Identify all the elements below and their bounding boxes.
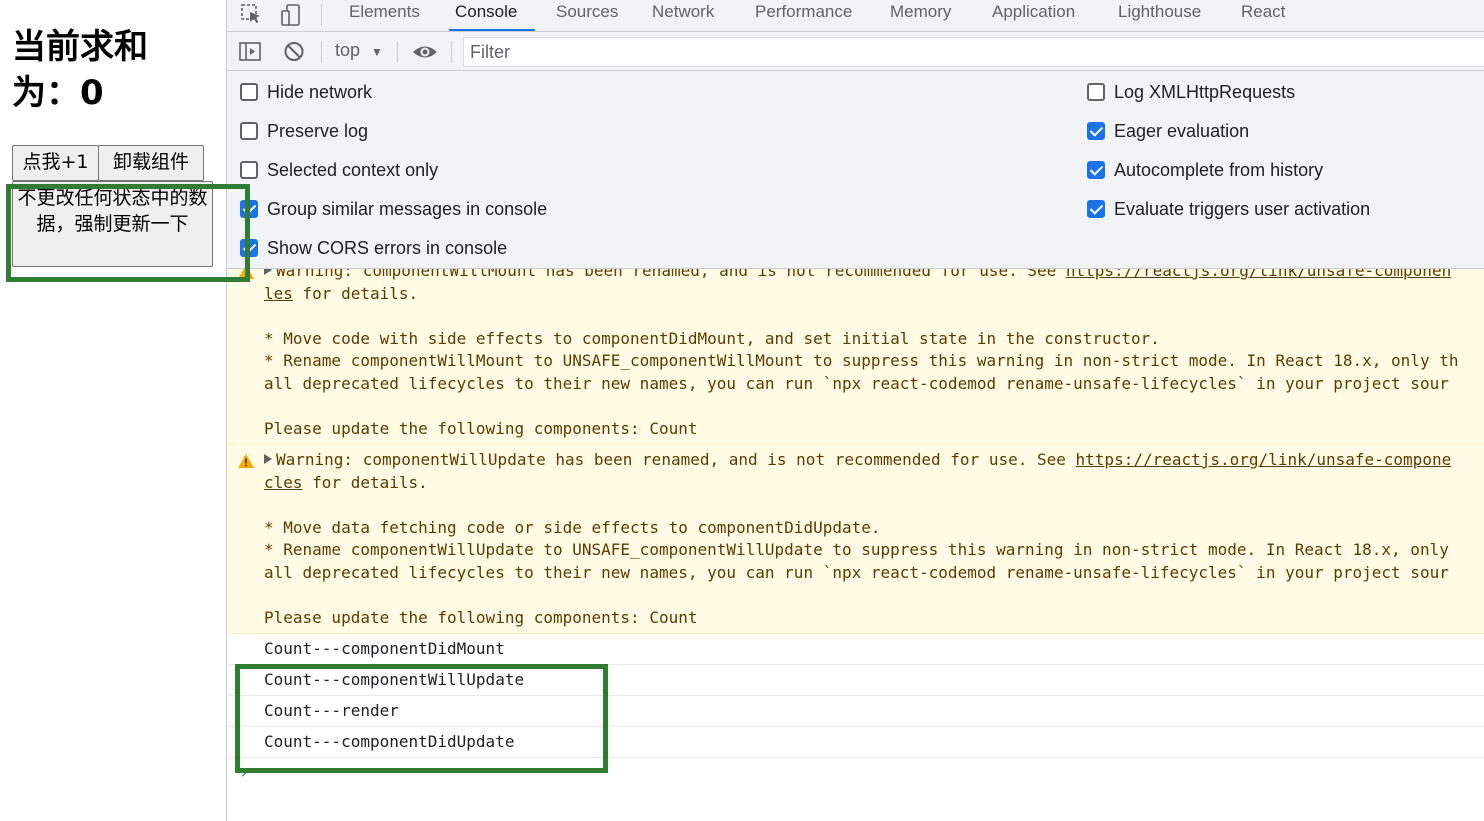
filter-input[interactable] — [463, 37, 1484, 67]
toolbar-divider — [321, 4, 322, 26]
tab-elements[interactable]: Elements — [349, 0, 420, 31]
force-update-button[interactable]: 不更改任何状态中的数据，强制更新一下 — [12, 181, 213, 267]
checkbox[interactable] — [1087, 200, 1105, 218]
device-toolbar-icon[interactable] — [279, 2, 305, 28]
warning-bullet: all deprecated lifecycles to their new n… — [264, 373, 1449, 393]
console-prompt[interactable]: › — [239, 763, 249, 782]
checkbox[interactable] — [1087, 161, 1105, 179]
sum-heading: 当前求和为：0 — [12, 27, 148, 113]
warning-footer: Please update the following components: … — [264, 418, 698, 438]
toolbar-divider — [451, 41, 452, 63]
warning-text: Warning: componentWillMount has been ren… — [276, 269, 1066, 280]
console-messages: Warning: componentWillMount has been ren… — [227, 269, 1484, 821]
checkbox[interactable] — [240, 83, 258, 101]
context-value: top — [335, 40, 361, 60]
expand-triangle-icon[interactable] — [264, 454, 272, 464]
setting-label: Group similar messages in console — [267, 199, 548, 219]
chevron-down-icon: ▼ — [371, 45, 383, 59]
warning-text: for details. — [292, 283, 419, 303]
setting-label: Selected context only — [267, 160, 439, 180]
log-message: Count---componentWillUpdate — [227, 665, 1484, 696]
log-message: Count---render — [227, 696, 1484, 727]
warning-bullet: * Move code with side effects to compone… — [264, 328, 1160, 348]
checkbox[interactable] — [240, 200, 258, 218]
setting-label: Eager evaluation — [1114, 121, 1250, 141]
checkbox[interactable] — [240, 122, 258, 140]
tab-performance[interactable]: Performance — [755, 0, 852, 31]
warnings-container: Warning: componentWillMount has been ren… — [227, 269, 1484, 634]
unmount-component-button[interactable]: 卸载组件 — [98, 145, 204, 181]
setting-label: Evaluate triggers user activation — [1114, 199, 1371, 219]
devtools-tab-bar: Elements Console Sources Network Performance… — [227, 0, 1484, 32]
tab-console[interactable]: Console — [449, 0, 536, 31]
logs-container: Count---componentDidMount Count---compone… — [227, 634, 1484, 758]
tab-network[interactable]: Network — [652, 0, 714, 31]
setting-label: Show CORS errors in console — [267, 238, 508, 258]
checkbox[interactable] — [1087, 83, 1105, 101]
warning-link[interactable]: https://reactjs.org/link/unsafe-compone — [1076, 450, 1452, 469]
log-message: Count---componentDidMount — [227, 634, 1484, 665]
warning-link[interactable]: https://reactjs.org/link/unsafe-componen — [1066, 269, 1451, 280]
clear-console-icon[interactable] — [281, 39, 307, 65]
warning-link-continued[interactable]: cles — [264, 473, 303, 492]
tab-application[interactable]: Application — [992, 0, 1075, 31]
warning-footer: Please update the following components: … — [264, 607, 698, 627]
sidebar-toggle-icon[interactable] — [237, 39, 263, 65]
checkbox[interactable] — [240, 239, 258, 257]
react-app-page: 当前求和为：0 点我+1 卸载组件 不更改任何状态中的数据，强制更新一下 — [0, 0, 226, 821]
warning-message: Warning: componentWillUpdate has been re… — [227, 445, 1484, 634]
warning-message: Warning: componentWillMount has been ren… — [227, 269, 1484, 445]
warning-bullet: * Rename componentWillMount to UNSAFE_co… — [264, 351, 1459, 370]
console-settings-pane: Hide network Preserve log Selected context… — [227, 71, 1484, 269]
setting-label: Autocomplete from history — [1114, 160, 1324, 180]
context-selector[interactable]: top ▼ — [335, 40, 383, 61]
checkbox[interactable] — [1087, 122, 1105, 140]
warning-icon — [237, 269, 255, 280]
warning-text: Warning: componentWillUpdate has been re… — [276, 450, 1076, 469]
warning-bullet: * Rename componentWillUpdate to UNSAFE_c… — [264, 540, 1449, 559]
tab-memory[interactable]: Memory — [890, 0, 951, 31]
checkbox[interactable] — [240, 161, 258, 179]
setting-label: Preserve log — [267, 121, 369, 141]
warning-icon — [237, 453, 255, 469]
setting-label: Log XMLHttpRequests — [1114, 82, 1296, 102]
tab-lighthouse[interactable]: Lighthouse — [1118, 0, 1201, 31]
console-toolbar: top ▼ — [227, 32, 1484, 71]
warning-bullet: all deprecated lifecycles to their new n… — [264, 562, 1449, 582]
add-one-button[interactable]: 点我+1 — [12, 145, 99, 181]
devtools-panel: Elements Console Sources Network Performance… — [226, 0, 1484, 821]
setting-label: Hide network — [267, 82, 373, 102]
warning-text: for details. — [302, 472, 428, 492]
tab-react[interactable]: React — [1241, 0, 1285, 31]
tab-sources[interactable]: Sources — [556, 0, 618, 31]
live-expression-eye-icon[interactable] — [411, 39, 437, 65]
warning-bullet: * Move data fetching code or side effect… — [264, 517, 881, 537]
warning-link-continued[interactable]: les — [264, 284, 293, 303]
expand-triangle-icon[interactable] — [264, 269, 272, 275]
log-message: Count---componentDidUpdate — [227, 727, 1484, 758]
toolbar-divider — [321, 41, 322, 63]
inspect-element-icon[interactable] — [239, 2, 265, 28]
toolbar-divider — [397, 41, 398, 63]
